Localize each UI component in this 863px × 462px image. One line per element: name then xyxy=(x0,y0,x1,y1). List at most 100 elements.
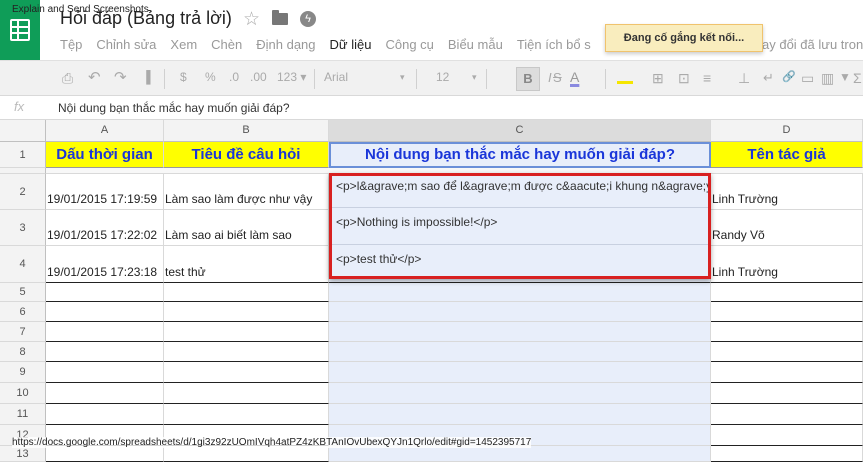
table-cell[interactable] xyxy=(329,283,711,302)
column-header-d[interactable]: D xyxy=(711,120,863,142)
row-header[interactable]: 11 xyxy=(0,404,46,425)
table-cell[interactable] xyxy=(711,283,863,302)
table-cell[interactable] xyxy=(46,342,164,362)
table-cell[interactable]: 19/01/2015 17:23:18 xyxy=(46,246,164,283)
table-cell[interactable] xyxy=(329,362,711,383)
table-cell[interactable] xyxy=(711,322,863,342)
decrease-decimal-button[interactable]: .0 xyxy=(229,70,239,84)
table-cell[interactable] xyxy=(329,322,711,342)
table-cell[interactable] xyxy=(164,302,329,322)
table-cell[interactable] xyxy=(46,446,164,462)
table-cell[interactable] xyxy=(164,342,329,362)
row-header[interactable]: 1 xyxy=(0,142,46,168)
row-header[interactable]: 4 xyxy=(0,246,46,283)
table-cell[interactable] xyxy=(46,362,164,383)
vertical-align-icon[interactable]: ⊥ xyxy=(738,70,750,87)
table-cell[interactable] xyxy=(164,446,329,462)
row-header[interactable]: 13 xyxy=(0,446,46,462)
table-cell[interactable] xyxy=(329,302,711,322)
table-cell[interactable]: Làm sao làm được như vậy xyxy=(164,174,329,210)
table-cell[interactable] xyxy=(46,404,164,425)
row-header[interactable]: 10 xyxy=(0,383,46,404)
table-cell[interactable]: test thử xyxy=(164,246,329,283)
table-cell[interactable] xyxy=(164,404,329,425)
wrap-icon[interactable]: ↵ xyxy=(763,70,774,86)
paint-format-icon[interactable]: ▐ xyxy=(142,70,151,84)
menu-file[interactable]: Tệp xyxy=(60,37,82,55)
bold-button[interactable]: B xyxy=(516,67,540,91)
document-title[interactable]: Hỏi đáp (Bảng trả lời) xyxy=(60,8,232,29)
star-icon[interactable]: ☆ xyxy=(243,8,260,31)
filter-icon[interactable]: ▼ xyxy=(839,70,851,84)
table-cell[interactable] xyxy=(46,383,164,404)
menu-edit[interactable]: Chỉnh sửa xyxy=(96,37,156,55)
merge-cells-icon[interactable]: ⊡ xyxy=(678,70,690,87)
italic-button[interactable]: I xyxy=(548,70,552,85)
redo-icon[interactable]: ↷ xyxy=(114,68,127,86)
header-cell-timestamp[interactable]: Dấu thời gian xyxy=(46,142,164,168)
header-cell-content[interactable]: Nội dung bạn thắc mắc hay muốn giải đáp? xyxy=(329,142,711,168)
table-cell[interactable] xyxy=(164,283,329,302)
undo-icon[interactable]: ↶ xyxy=(88,68,101,86)
table-cell[interactable] xyxy=(711,383,863,404)
table-cell[interactable] xyxy=(711,425,863,446)
functions-icon[interactable]: Σ xyxy=(853,70,862,86)
link-icon[interactable]: 🔗 xyxy=(782,70,796,83)
font-size-dropdown[interactable]: 12 xyxy=(436,70,449,84)
table-cell[interactable]: Làm sao ai biết làm sao xyxy=(164,210,329,246)
header-cell-title[interactable]: Tiêu đề câu hỏi xyxy=(164,142,329,168)
currency-button[interactable]: $ xyxy=(180,70,187,84)
table-cell[interactable] xyxy=(164,322,329,342)
column-header-a[interactable]: A xyxy=(46,120,164,142)
expanded-cell-popup[interactable]: <p>l&agrave;m sao để l&agrave;m được c&a… xyxy=(329,173,711,279)
row-header[interactable]: 9 xyxy=(0,362,46,383)
table-cell[interactable]: 19/01/2015 17:19:59 xyxy=(46,174,164,210)
table-cell[interactable] xyxy=(329,342,711,362)
row-header[interactable]: 5 xyxy=(0,283,46,302)
table-cell[interactable] xyxy=(329,446,711,462)
chevron-down-icon[interactable]: ▾ xyxy=(472,72,477,83)
save-status-link[interactable]: ay đổi đã lưu trong xyxy=(762,37,863,52)
text-color-button[interactable]: A xyxy=(570,69,579,85)
row-header[interactable]: 3 xyxy=(0,210,46,246)
row-header[interactable]: 7 xyxy=(0,322,46,342)
menu-tools[interactable]: Công cụ xyxy=(385,37,433,55)
table-cell[interactable] xyxy=(329,404,711,425)
menu-insert[interactable]: Chèn xyxy=(211,37,242,55)
print-icon[interactable]: ⎙ xyxy=(62,70,73,87)
row-header[interactable]: 8 xyxy=(0,342,46,362)
align-icon[interactable]: ≡ xyxy=(703,70,711,86)
bolt-icon[interactable]: ϟ xyxy=(300,11,316,27)
row-header[interactable]: 6 xyxy=(0,302,46,322)
header-cell-author[interactable]: Tên tác giả xyxy=(711,142,863,168)
table-cell[interactable] xyxy=(46,302,164,322)
menu-view[interactable]: Xem xyxy=(170,37,197,55)
table-cell[interactable] xyxy=(711,342,863,362)
menu-format[interactable]: Định dạng xyxy=(256,37,315,55)
table-cell[interactable] xyxy=(329,383,711,404)
table-cell[interactable] xyxy=(711,446,863,462)
fill-color-icon[interactable] xyxy=(617,71,633,84)
increase-decimal-button[interactable]: .00 xyxy=(250,70,267,84)
menu-data[interactable]: Dữ liệu xyxy=(330,37,372,55)
chart-icon[interactable]: ▥ xyxy=(821,70,834,87)
table-cell[interactable] xyxy=(164,383,329,404)
percent-button[interactable]: % xyxy=(205,70,216,84)
table-cell[interactable] xyxy=(46,322,164,342)
comment-icon[interactable]: ▭ xyxy=(801,70,814,87)
chevron-down-icon[interactable]: ▾ xyxy=(400,72,405,83)
select-all-corner[interactable] xyxy=(0,120,46,142)
table-cell[interactable]: Linh Trường xyxy=(711,246,863,283)
table-cell[interactable]: Linh Trường xyxy=(711,174,863,210)
folder-icon[interactable] xyxy=(272,10,288,25)
number-format-dropdown[interactable]: 123 ▾ xyxy=(277,70,306,84)
menu-form[interactable]: Biểu mẫu xyxy=(448,37,503,55)
formula-input[interactable]: Nội dung bạn thắc mắc hay muốn giải đáp? xyxy=(58,101,290,115)
table-cell[interactable]: Randy Võ xyxy=(711,210,863,246)
table-cell[interactable] xyxy=(711,404,863,425)
column-header-c[interactable]: C xyxy=(329,120,711,142)
table-cell[interactable] xyxy=(711,302,863,322)
table-cell[interactable] xyxy=(46,283,164,302)
column-header-b[interactable]: B xyxy=(164,120,329,142)
table-cell[interactable] xyxy=(711,362,863,383)
